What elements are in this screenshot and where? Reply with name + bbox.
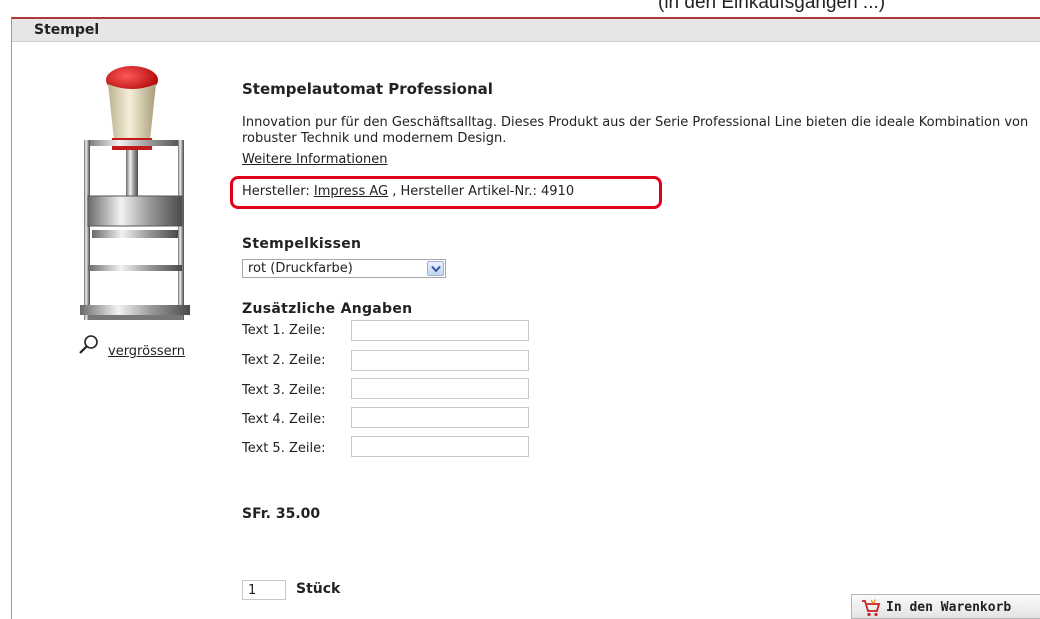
shopping-cart-icon xyxy=(862,599,881,617)
quantity-unit-label: Stück xyxy=(296,581,341,597)
text-line-4-label: Text 4. Zeile: xyxy=(242,412,326,427)
product-price: SFr. 35.00 xyxy=(242,506,321,522)
product-title: Stempelautomat Professional xyxy=(242,80,493,98)
text-line-3-label: Text 3. Zeile: xyxy=(242,383,326,398)
add-to-cart-button[interactable]: In den Warenkorb xyxy=(851,594,1040,619)
text-line-2-label: Text 2. Zeile: xyxy=(242,353,326,368)
ink-pad-select[interactable]: rot (Druckfarbe) xyxy=(242,259,446,278)
product-description: Innovation pur für den Geschäftsalltag. … xyxy=(242,115,1029,146)
article-number: , Hersteller Artikel-Nr.: 4910 xyxy=(392,184,575,199)
section-header: Stempel xyxy=(12,19,1040,42)
text-line-3-input[interactable] xyxy=(351,378,529,399)
quantity-input[interactable] xyxy=(242,580,286,600)
magnifier-icon[interactable] xyxy=(78,334,100,356)
extra-info-heading: Zusätzliche Angaben xyxy=(242,301,413,317)
text-line-1-input[interactable] xyxy=(351,320,529,341)
manufacturer-label: Hersteller: xyxy=(242,184,310,199)
top-strip-text: (in den Einkaufsgängen ...) xyxy=(658,0,886,13)
manufacturer-link[interactable]: Impress AG xyxy=(314,184,388,199)
add-to-cart-label: In den Warenkorb xyxy=(886,600,1012,615)
text-line-5-label: Text 5. Zeile: xyxy=(242,441,326,456)
ink-pad-selected-value: rot (Druckfarbe) xyxy=(248,261,353,276)
enlarge-image-link[interactable]: vergrössern xyxy=(108,344,185,359)
text-line-1-label: Text 1. Zeile: xyxy=(242,323,326,338)
text-line-2-input[interactable] xyxy=(351,350,529,371)
product-image[interactable] xyxy=(74,60,214,330)
chevron-down-icon[interactable] xyxy=(427,261,444,276)
section-title: Stempel xyxy=(34,22,100,38)
more-info-link[interactable]: Weitere Informationen xyxy=(242,152,387,167)
text-line-5-input[interactable] xyxy=(351,436,529,457)
manufacturer-info: Hersteller: Impress AG , Hersteller Arti… xyxy=(242,184,574,199)
ink-pad-heading: Stempelkissen xyxy=(242,236,362,252)
text-line-4-input[interactable] xyxy=(351,407,529,428)
top-page-strip: (in den Einkaufsgängen ...) xyxy=(0,0,1040,18)
